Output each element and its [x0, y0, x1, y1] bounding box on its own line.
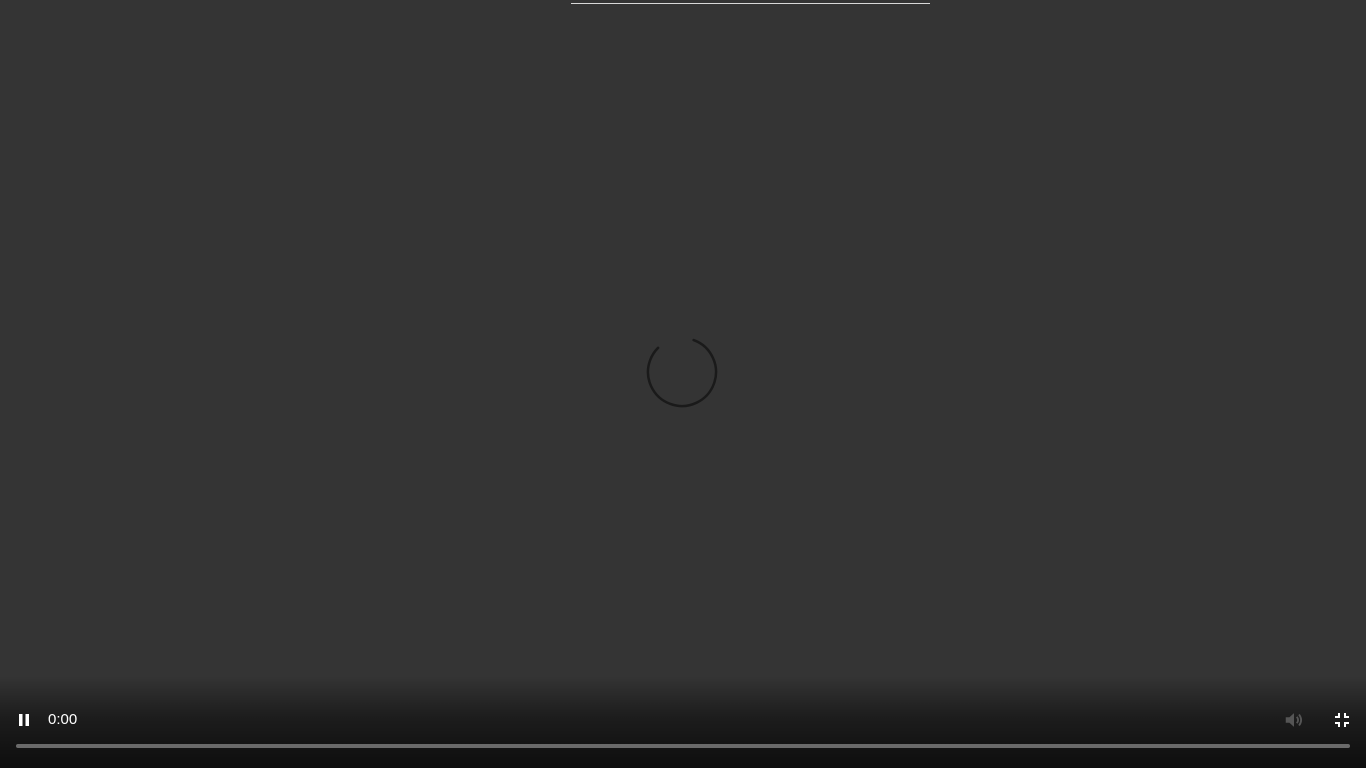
seek-bar[interactable] — [16, 744, 1350, 748]
video-player[interactable]: 0:00 — [0, 0, 1366, 768]
pause-button[interactable] — [12, 708, 36, 732]
volume-button[interactable] — [1283, 709, 1305, 731]
controls-bar: 0:00 — [0, 704, 1366, 736]
exit-fullscreen-icon — [1335, 713, 1349, 727]
loading-spinner-icon — [646, 336, 718, 408]
exit-fullscreen-button[interactable] — [1332, 710, 1352, 730]
pause-icon — [19, 714, 29, 726]
current-time: 0:00 — [48, 711, 78, 728]
top-edge-strip — [571, 0, 930, 4]
volume-icon — [1285, 713, 1303, 727]
